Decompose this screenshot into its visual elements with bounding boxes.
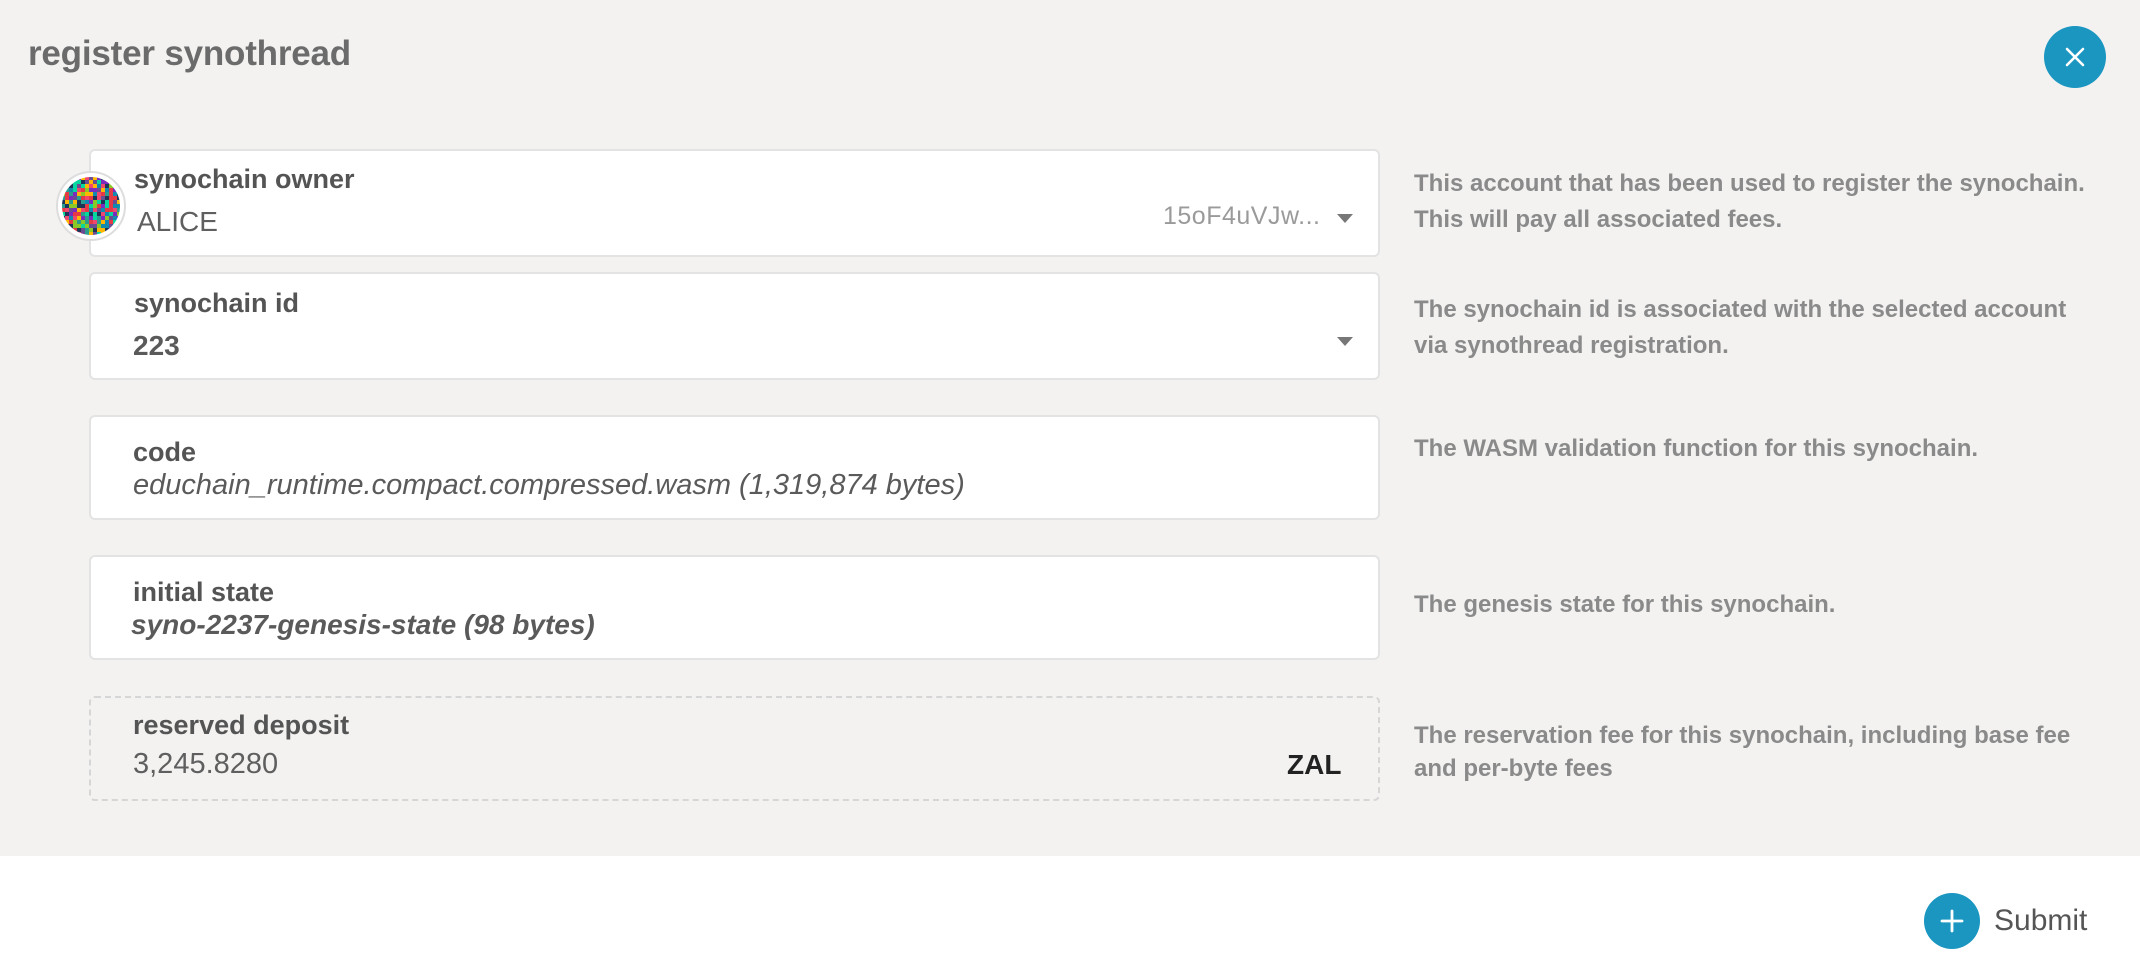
synochain-owner-name: ALICE (137, 206, 218, 237)
synochain-owner-address: 15oF4uVJw... (1163, 202, 1321, 230)
reserved-deposit-label: reserved deposit (133, 710, 350, 740)
code-field[interactable]: code educhain_runtime.compact.compressed… (89, 415, 1380, 520)
close-button[interactable] (2044, 26, 2106, 88)
close-icon (2065, 47, 2085, 67)
initial-state-value: syno-2237-genesis-state (98 bytes) (131, 609, 595, 640)
reserved-deposit-help: The reservation fee for this synochain, … (1414, 722, 2071, 782)
initial-state-label: initial state (133, 577, 275, 607)
code-value: educhain_runtime.compact.compressed.wasm… (133, 469, 965, 501)
register-synothread-modal: register synothread synochain owner ALIC… (0, 0, 2140, 978)
synochain-owner-dropdown[interactable]: synochain owner ALICE 15oF4uVJw... (89, 149, 1380, 257)
code-label: code (133, 437, 197, 467)
plus-icon (1924, 893, 1980, 949)
synochain-owner-label: synochain owner (134, 164, 355, 194)
reserved-deposit-unit: ZAL (1287, 749, 1342, 780)
submit-label: Submit (1994, 904, 2088, 937)
submit-button[interactable]: Submit (1924, 893, 2087, 949)
synochain-owner-help: This account that has been used to regis… (1414, 170, 2085, 233)
synochain-id-label: synochain id (134, 288, 300, 318)
identicon (62, 177, 120, 235)
avatar (56, 171, 126, 241)
initial-state-help: The genesis state for this synochain. (1414, 591, 1836, 618)
modal-footer (0, 856, 2140, 978)
code-help: The WASM validation function for this sy… (1414, 435, 1979, 462)
reserved-deposit-field: reserved deposit 3,245.8280 ZAL (89, 696, 1380, 801)
synochain-id-dropdown[interactable]: synochain id 223 (89, 272, 1380, 380)
initial-state-field[interactable]: initial state syno-2237-genesis-state (9… (89, 555, 1380, 660)
reserved-deposit-value: 3,245.8280 (133, 748, 279, 780)
modal-body: register synothread synochain owner ALIC… (0, 0, 2140, 856)
chevron-down-icon (1337, 337, 1353, 346)
modal-title: register synothread (28, 34, 351, 73)
chevron-down-icon (1337, 214, 1353, 223)
synochain-id-help: The synochain id is associated with the … (1414, 296, 2067, 359)
synochain-id-value: 223 (133, 330, 180, 361)
